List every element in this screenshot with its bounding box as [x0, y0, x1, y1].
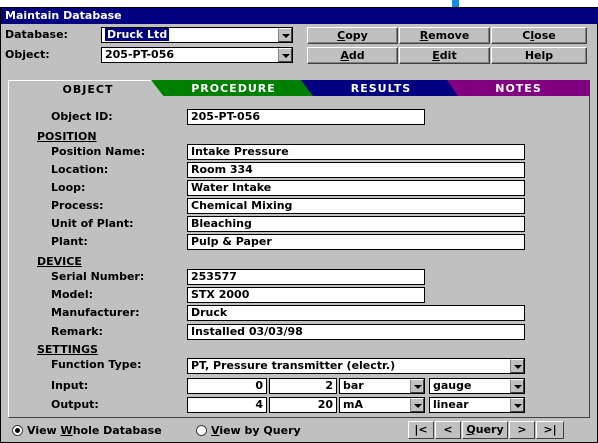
previous-record-button[interactable]: < — [435, 421, 461, 439]
position-heading: POSITION — [37, 130, 97, 143]
object-panel: Object ID: 205-PT-056 POSITION Position … — [8, 96, 590, 418]
window-title: Maintain Database — [1, 8, 597, 24]
database-select[interactable]: Druck Ltd — [101, 27, 293, 43]
model-label: Model: — [51, 288, 94, 301]
input-mode-value: gauge — [433, 379, 472, 392]
output-unit-select[interactable]: mA — [339, 397, 425, 413]
last-record-button[interactable]: >| — [536, 421, 564, 439]
settings-heading: SETTINGS — [37, 343, 98, 356]
chevron-down-icon[interactable] — [510, 398, 524, 412]
chevron-down-icon[interactable] — [278, 28, 292, 42]
next-record-button[interactable]: > — [509, 421, 535, 439]
serial-number-field[interactable]: 253577 — [187, 269, 425, 285]
device-heading: DEVICE — [37, 255, 82, 268]
process-field[interactable]: Chemical Mixing — [187, 198, 525, 214]
edit-button[interactable]: Edit — [399, 47, 490, 64]
output-max-field[interactable]: 20 — [269, 397, 337, 413]
location-label: Location: — [51, 163, 109, 176]
function-type-label: Function Type: — [51, 358, 142, 371]
position-name-field[interactable]: Intake Pressure — [187, 144, 525, 160]
radio-unselected-icon — [196, 425, 207, 436]
plant-label: Plant: — [51, 235, 88, 248]
footer-bar: View Whole Database View by Query |< < Q… — [8, 420, 590, 440]
remark-field[interactable]: Installed 03/03/98 — [187, 324, 525, 340]
query-button[interactable]: Query — [462, 421, 508, 439]
first-record-button[interactable]: |< — [408, 421, 434, 439]
chevron-down-icon[interactable] — [510, 359, 524, 373]
chevron-down-icon[interactable] — [410, 398, 424, 412]
chevron-down-icon[interactable] — [510, 379, 524, 393]
position-name-label: Position Name: — [51, 145, 146, 158]
loop-field[interactable]: Water Intake — [187, 180, 525, 196]
manufacturer-field[interactable]: Druck — [187, 305, 525, 321]
tab-results[interactable]: RESULTS — [301, 80, 461, 97]
input-label: Input: — [51, 379, 89, 392]
unit-of-plant-field[interactable]: Bleaching — [187, 216, 525, 232]
help-button[interactable]: Help — [491, 47, 587, 64]
database-label: Database: — [5, 28, 68, 41]
process-label: Process: — [51, 199, 104, 212]
view-whole-database-radio[interactable]: View Whole Database — [12, 424, 162, 438]
tab-procedure[interactable]: PROCEDURE — [151, 80, 316, 97]
top-edge — [0, 0, 598, 4]
serial-number-label: Serial Number: — [51, 270, 145, 283]
tab-notes[interactable]: NOTES — [447, 80, 590, 97]
output-min-field[interactable]: 4 — [187, 397, 267, 413]
object-id-label: Object ID: — [51, 110, 113, 123]
add-button[interactable]: Add — [307, 47, 398, 64]
close-button[interactable]: Close — [491, 27, 587, 44]
object-value: 205-PT-056 — [105, 48, 175, 61]
copy-button[interactable]: Copy — [307, 27, 398, 44]
input-mode-select[interactable]: gauge — [429, 378, 525, 394]
function-type-select[interactable]: PT, Pressure transmitter (electr.) — [187, 358, 525, 374]
model-field[interactable]: STX 2000 — [187, 287, 425, 303]
input-max-field[interactable]: 2 — [269, 378, 337, 394]
input-min-field[interactable]: 0 — [187, 378, 267, 394]
plant-field[interactable]: Pulp & Paper — [187, 234, 525, 250]
remark-label: Remark: — [51, 325, 103, 338]
input-unit-value: bar — [343, 379, 364, 392]
loop-label: Loop: — [51, 181, 86, 194]
manufacturer-label: Manufacturer: — [51, 306, 140, 319]
output-unit-value: mA — [343, 398, 363, 411]
object-label: Object: — [5, 48, 50, 61]
radio-selected-icon — [12, 425, 23, 436]
function-type-value: PT, Pressure transmitter (electr.) — [191, 359, 396, 372]
unit-of-plant-label: Unit of Plant: — [51, 217, 134, 230]
output-mode-value: linear — [433, 398, 469, 411]
input-unit-select[interactable]: bar — [339, 378, 425, 394]
chevron-down-icon[interactable] — [410, 379, 424, 393]
location-field[interactable]: Room 334 — [187, 162, 525, 178]
object-id-field[interactable]: 205-PT-056 — [187, 109, 425, 125]
maintain-database-window: Maintain Database Database: Druck Ltd Co… — [0, 7, 598, 443]
object-select[interactable]: 205-PT-056 — [101, 47, 293, 63]
chevron-down-icon[interactable] — [278, 48, 292, 62]
output-label: Output: — [51, 398, 99, 411]
view-by-query-radio[interactable]: View by Query — [196, 424, 301, 438]
database-value: Druck Ltd — [105, 28, 170, 41]
remove-button[interactable]: Remove — [399, 27, 490, 44]
output-mode-select[interactable]: linear — [429, 397, 525, 413]
